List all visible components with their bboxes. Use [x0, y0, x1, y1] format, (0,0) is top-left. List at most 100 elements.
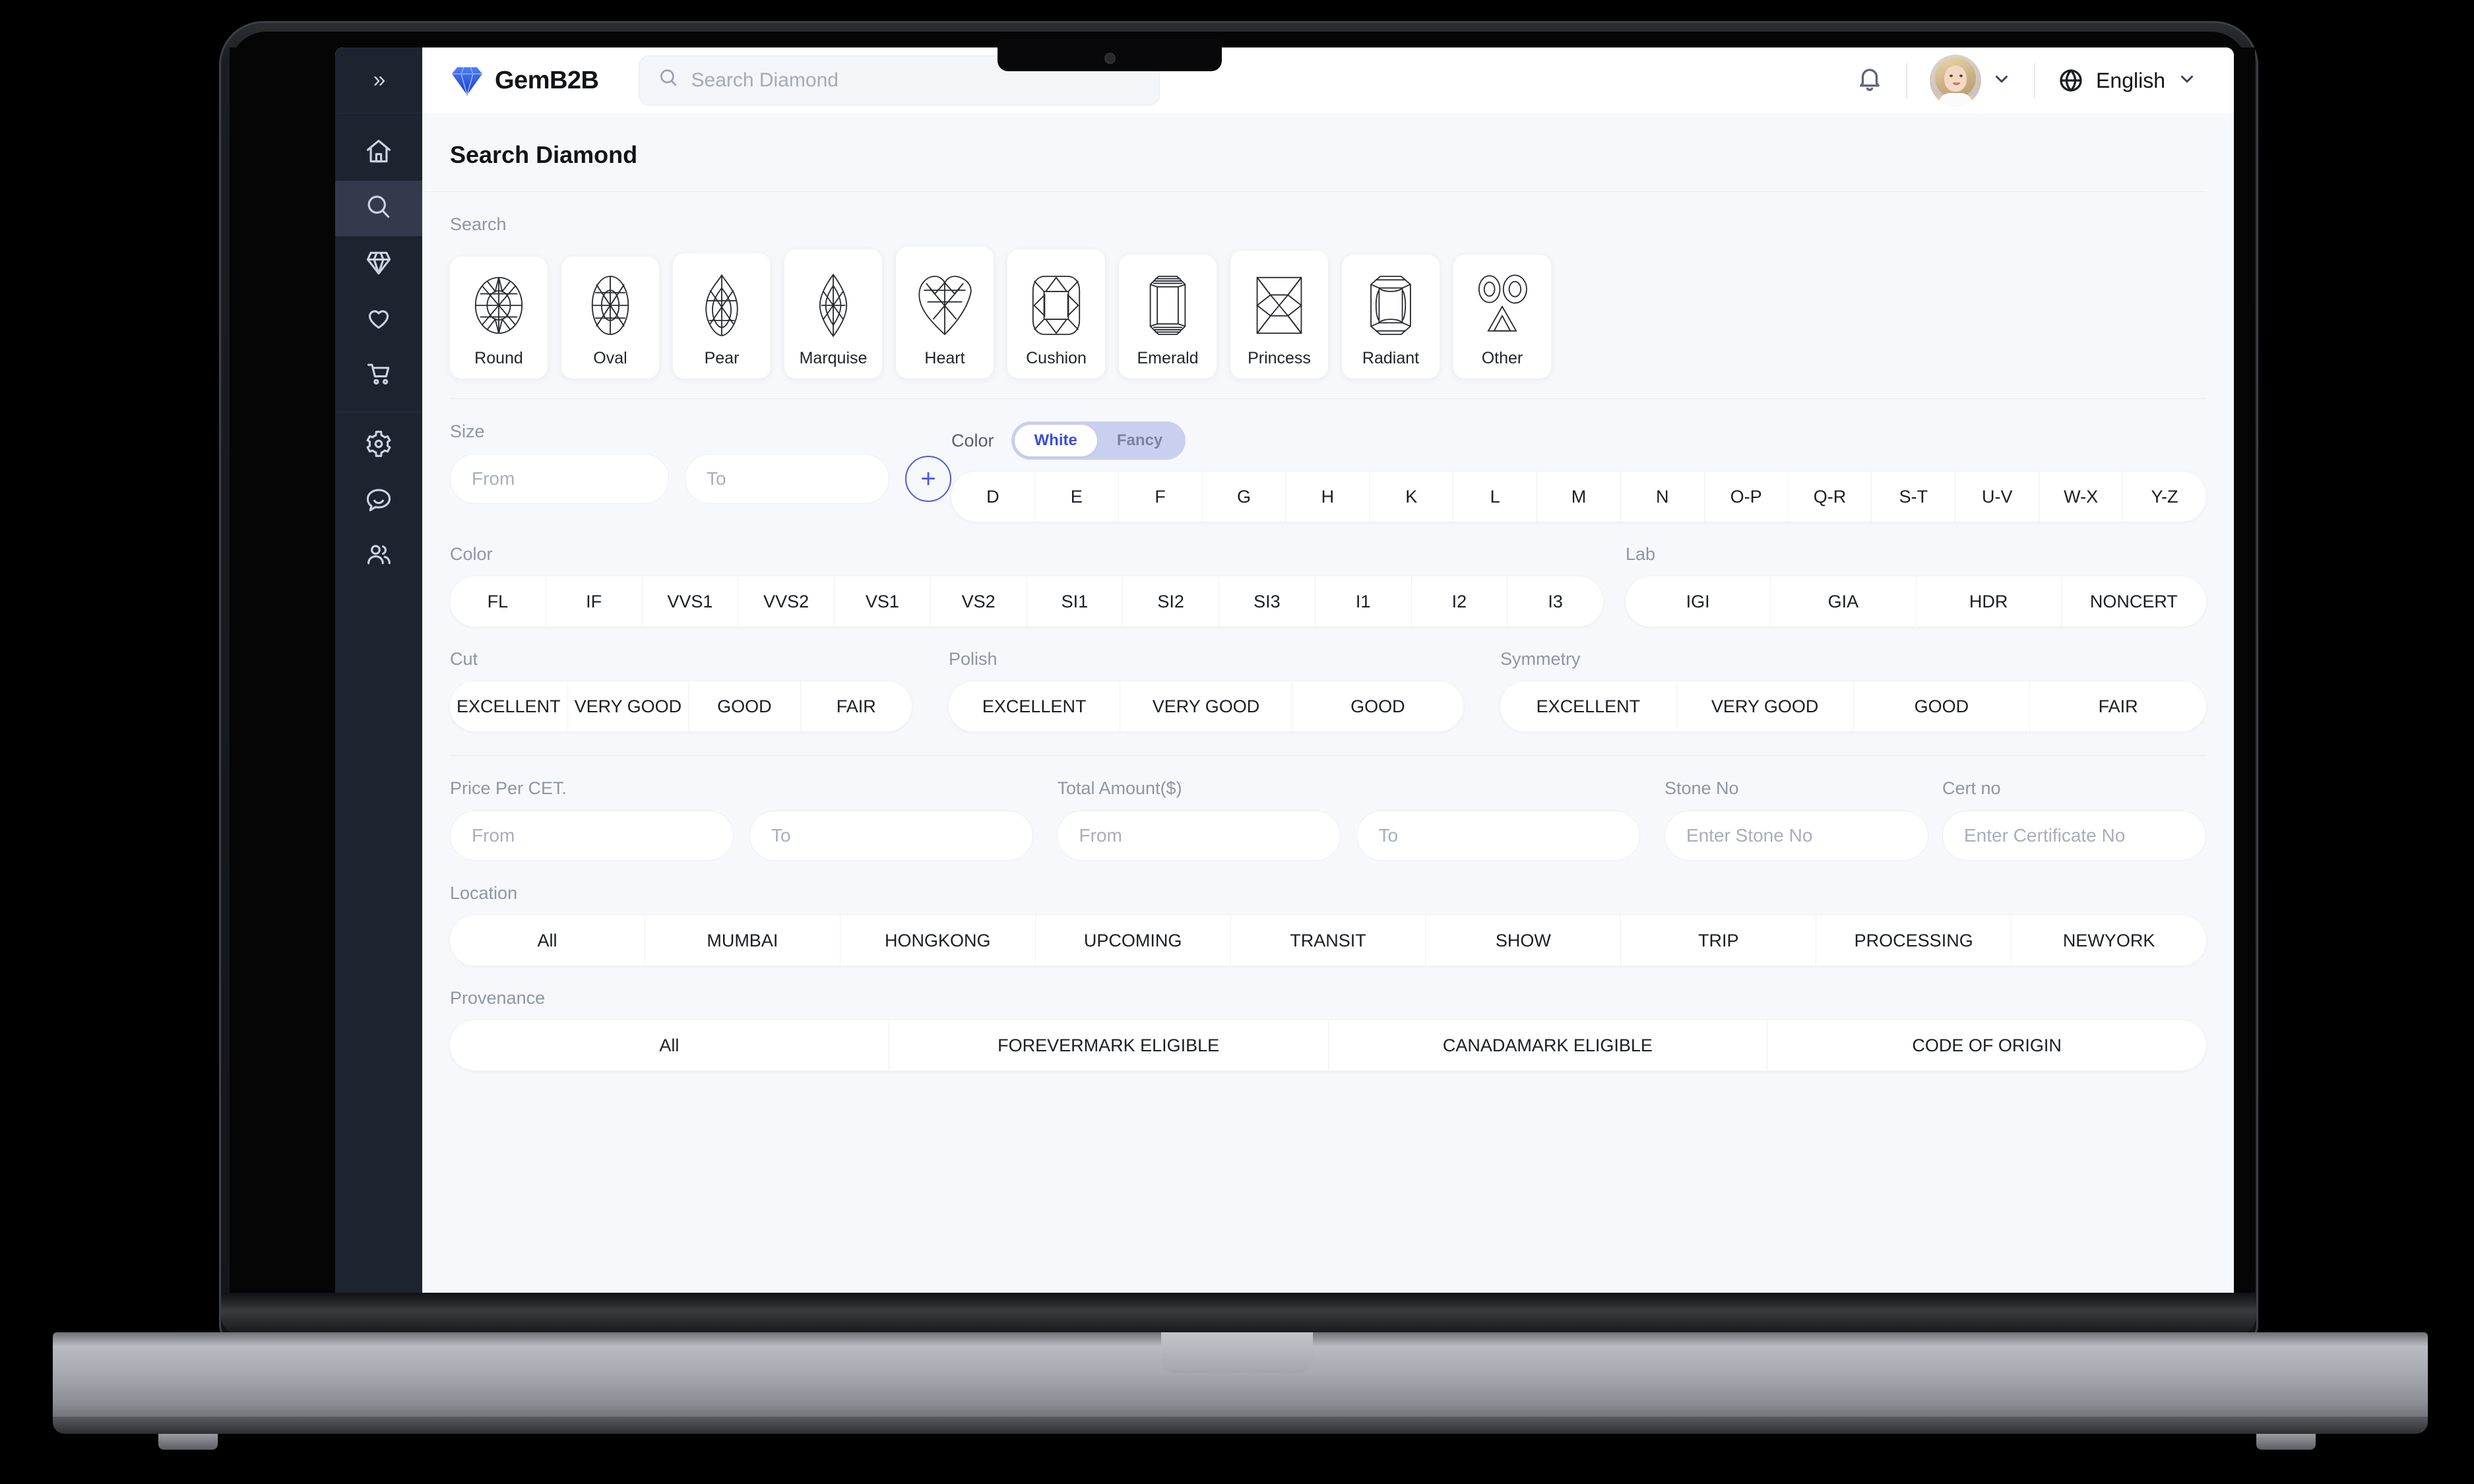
polish-option[interactable]: GOOD: [1292, 681, 1463, 731]
location-option[interactable]: SHOW: [1426, 915, 1622, 966]
price-from-input[interactable]: From: [450, 811, 734, 861]
shape-heart[interactable]: Heart: [896, 247, 994, 379]
shape-emerald[interactable]: Emerald: [1119, 255, 1217, 379]
lab-option[interactable]: HDR: [1917, 576, 2062, 627]
clarity-option[interactable]: IF: [546, 576, 643, 627]
cut-option[interactable]: FAIR: [801, 681, 912, 731]
shape-radiant[interactable]: Radiant: [1342, 255, 1440, 379]
symmetry-option[interactable]: FAIR: [2030, 681, 2206, 731]
cert-no-input[interactable]: Enter Certificate No: [1942, 811, 2206, 861]
cut-option[interactable]: EXCELLENT: [450, 681, 568, 731]
shape-marquise[interactable]: Marquise: [784, 249, 882, 379]
size-from-input[interactable]: From: [450, 454, 669, 504]
shape-selector: Round Oval Pear Marquise Heart Cushion E…: [450, 247, 2206, 379]
sidebar-item-users[interactable]: [335, 528, 422, 584]
symmetry-option[interactable]: GOOD: [1854, 681, 2031, 731]
brand[interactable]: GemB2B: [450, 65, 599, 97]
cut-option[interactable]: GOOD: [689, 681, 801, 731]
provenance-option[interactable]: CANADAMARK ELIGIBLE: [1329, 1020, 1768, 1070]
webcam-icon: [1104, 53, 1116, 64]
color-grade-option[interactable]: Y-Z: [2123, 472, 2206, 522]
color-grade-option[interactable]: W-X: [2039, 472, 2124, 522]
total-to-input[interactable]: To: [1356, 811, 1641, 861]
clarity-option[interactable]: VS1: [835, 576, 931, 627]
color-toggle-white[interactable]: White: [1014, 425, 1097, 456]
color-grade-option[interactable]: G: [1203, 472, 1286, 522]
bell-icon[interactable]: [1856, 65, 1884, 96]
language-selector[interactable]: English: [2058, 67, 2197, 94]
symmetry-group: EXCELLENT VERY GOOD GOOD FAIR: [1500, 681, 2206, 731]
sidebar-item-wishlist[interactable]: [335, 292, 422, 347]
shape-princess[interactable]: Princess: [1230, 251, 1328, 379]
location-option[interactable]: PROCESSING: [1816, 915, 2012, 966]
provenance-option[interactable]: FOREVERMARK ELIGIBLE: [889, 1020, 1329, 1070]
user-menu[interactable]: [1930, 55, 2012, 106]
location-option[interactable]: TRIP: [1621, 915, 1817, 966]
color-grade-option[interactable]: L: [1453, 472, 1538, 522]
color-grade-option[interactable]: Q-R: [1789, 472, 1872, 522]
location-option[interactable]: UPCOMING: [1036, 915, 1231, 966]
sidebar-collapse-button[interactable]: »: [335, 47, 422, 113]
polish-option[interactable]: EXCELLENT: [949, 681, 1121, 731]
color-grade-option[interactable]: M: [1537, 472, 1621, 522]
sidebar-item-messages[interactable]: [335, 473, 422, 528]
clarity-option[interactable]: SI1: [1027, 576, 1124, 627]
sidebar-item-cart[interactable]: [335, 347, 422, 402]
location-option[interactable]: NEWYORK: [2012, 915, 2206, 966]
location-option[interactable]: MUMBAI: [645, 915, 841, 966]
provenance-option[interactable]: All: [450, 1020, 889, 1070]
clarity-option[interactable]: VVS1: [643, 576, 739, 627]
lab-option[interactable]: GIA: [1771, 576, 1917, 627]
location-option[interactable]: TRANSIT: [1231, 915, 1426, 966]
clarity-option[interactable]: SI2: [1123, 576, 1219, 627]
polish-option[interactable]: VERY GOOD: [1120, 681, 1292, 731]
total-from-input[interactable]: From: [1057, 811, 1341, 861]
color-toggle-fancy[interactable]: Fancy: [1097, 425, 1182, 456]
sidebar-item-diamond[interactable]: [335, 236, 422, 292]
symmetry-option[interactable]: VERY GOOD: [1677, 681, 1854, 731]
shape-other[interactable]: Other: [1453, 255, 1551, 379]
clarity-option[interactable]: VS2: [931, 576, 1027, 627]
sidebar-item-search[interactable]: [335, 181, 422, 236]
stone-no-input[interactable]: Enter Stone No: [1664, 811, 1928, 861]
clarity-option[interactable]: I2: [1412, 576, 1508, 627]
clarity-option[interactable]: SI3: [1219, 576, 1316, 627]
provenance-option[interactable]: CODE OF ORIGIN: [1767, 1020, 2206, 1070]
color-grade-option[interactable]: H: [1286, 472, 1370, 522]
size-to-input[interactable]: To: [685, 454, 889, 504]
shape-label: Princess: [1248, 349, 1311, 367]
price-to-input[interactable]: To: [749, 811, 1033, 861]
shape-cushion[interactable]: Cushion: [1007, 249, 1105, 379]
cut-option[interactable]: VERY GOOD: [568, 681, 689, 731]
color-grade-option[interactable]: N: [1621, 472, 1705, 522]
heart-diamond-icon: [916, 270, 974, 341]
sidebar-item-home[interactable]: [335, 125, 422, 181]
heart-icon: [364, 303, 393, 336]
shape-oval[interactable]: Oval: [561, 257, 659, 379]
clarity-label: Color: [450, 544, 493, 564]
total-amount-label: Total Amount($): [1057, 778, 1182, 798]
location-option[interactable]: HONGKONG: [841, 915, 1036, 966]
shape-round[interactable]: Round: [450, 257, 548, 379]
clarity-option[interactable]: FL: [450, 576, 546, 627]
clarity-option[interactable]: I1: [1316, 576, 1412, 627]
color-grade-option[interactable]: S-T: [1872, 472, 1956, 522]
color-grade-option[interactable]: K: [1370, 472, 1454, 522]
color-grade-option[interactable]: E: [1035, 472, 1119, 522]
main-area: GemB2B Search Diamond English Search Dia…: [422, 47, 2234, 1324]
color-grade-option[interactable]: D: [951, 472, 1035, 522]
lab-option[interactable]: NONCERT: [2062, 576, 2206, 627]
color-type-toggle[interactable]: White Fancy: [1011, 421, 1186, 460]
clarity-option[interactable]: VVS2: [738, 576, 835, 627]
color-grade-option[interactable]: F: [1119, 472, 1203, 522]
symmetry-option[interactable]: EXCELLENT: [1500, 681, 1677, 731]
add-size-range-button[interactable]: +: [905, 456, 951, 502]
lab-option[interactable]: IGI: [1626, 576, 1771, 627]
color-grade-option[interactable]: O-P: [1705, 472, 1789, 522]
clarity-option[interactable]: I3: [1507, 576, 1603, 627]
shape-pear[interactable]: Pear: [673, 253, 771, 379]
sidebar-item-settings[interactable]: [335, 417, 422, 473]
location-option[interactable]: All: [450, 915, 645, 966]
color-grade-option[interactable]: U-V: [1955, 472, 2040, 522]
other-diamond-icon: [1473, 270, 1531, 341]
